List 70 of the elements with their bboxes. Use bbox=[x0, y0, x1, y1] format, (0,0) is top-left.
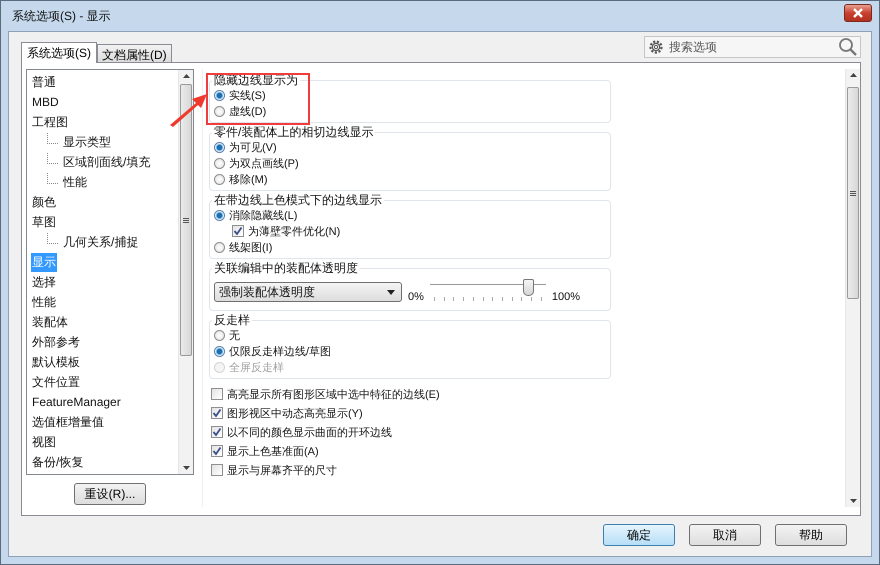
checkbox-option[interactable]: 显示与屏幕齐平的尺寸 bbox=[211, 462, 440, 478]
scroll-down-icon[interactable] bbox=[850, 499, 856, 503]
radio-option[interactable]: 线架图(I) bbox=[214, 239, 606, 255]
tree-line bbox=[47, 152, 58, 164]
caret-icon bbox=[387, 290, 395, 294]
tree-item[interactable]: 性能 bbox=[31, 292, 57, 312]
pointer-arrow bbox=[168, 91, 208, 127]
tree-item[interactable]: FeatureManager bbox=[31, 394, 122, 410]
tree-item[interactable]: 工程图 bbox=[31, 112, 69, 132]
slider-max-label: 100% bbox=[552, 290, 580, 303]
scroll-down-icon[interactable] bbox=[182, 466, 190, 470]
tab[interactable]: 系统选项(S) bbox=[21, 42, 97, 63]
radio-option[interactable]: 虚线(D) bbox=[214, 103, 606, 119]
tree-item[interactable]: 显示类型 bbox=[62, 132, 112, 152]
tree-line bbox=[47, 232, 58, 244]
tree-item[interactable]: 区域剖面线/填充 bbox=[62, 152, 152, 172]
group-title: 关联编辑中的装配体透明度 bbox=[213, 261, 359, 275]
tree-item[interactable]: 性能 bbox=[62, 172, 88, 192]
radio-option[interactable]: 实线(S) bbox=[214, 87, 606, 103]
checkbox-option[interactable]: 为薄壁零件优化(N) bbox=[214, 223, 606, 239]
checkbox-option[interactable]: 以不同的颜色显示曲面的开环边线 bbox=[211, 424, 440, 440]
tree-item[interactable]: 文件位置 bbox=[31, 372, 81, 392]
checkbox-option[interactable]: 高亮显示所有图形区域中选中特征的边线(E) bbox=[211, 386, 440, 402]
reset-button[interactable]: 重设(R)... bbox=[74, 483, 146, 505]
scrollbar[interactable] bbox=[178, 70, 193, 474]
radio-option[interactable]: 移除(M) bbox=[214, 171, 606, 187]
search-input[interactable]: 搜索选项 bbox=[667, 39, 835, 55]
group-title: 零件/装配体上的相切边线显示 bbox=[213, 125, 374, 139]
search-icon[interactable] bbox=[838, 37, 858, 57]
close-icon bbox=[851, 8, 865, 18]
tree-item[interactable]: 装配体 bbox=[31, 312, 69, 332]
tree-item[interactable]: 选值框增量值 bbox=[31, 412, 105, 432]
radio-option[interactable]: 无 bbox=[214, 327, 606, 343]
tree-item[interactable]: 颜色 bbox=[31, 192, 57, 212]
tree-item[interactable]: 备份/恢复 bbox=[31, 452, 84, 472]
scroll-up-icon[interactable] bbox=[182, 74, 190, 78]
tree-item[interactable]: 选择 bbox=[31, 272, 57, 292]
radio-option[interactable]: 消除隐藏线(L) bbox=[214, 207, 606, 223]
dialog-button[interactable]: 取消 bbox=[689, 524, 761, 546]
slider-thumb[interactable] bbox=[522, 279, 534, 296]
dropdown[interactable]: 强制装配体透明度 bbox=[214, 282, 402, 302]
group-title: 反走样 bbox=[213, 313, 251, 327]
radio-option[interactable]: 为双点画线(P) bbox=[214, 155, 606, 171]
tree-item[interactable]: 视图 bbox=[31, 432, 57, 452]
dialog-button[interactable]: 帮助 bbox=[775, 524, 847, 546]
scroll-up-icon[interactable] bbox=[850, 73, 856, 77]
group-title: 在带边线上色模式下的边线显示 bbox=[213, 193, 383, 207]
radio-option[interactable]: 为可见(V) bbox=[214, 139, 606, 155]
checkbox-option[interactable]: 图形视区中动态高亮显示(Y) bbox=[211, 405, 440, 421]
grip-icon bbox=[183, 218, 189, 222]
tree-item[interactable]: 几何关系/捕捉 bbox=[62, 232, 140, 252]
scrollbar[interactable] bbox=[845, 69, 860, 507]
slider-min-label: 0% bbox=[408, 290, 424, 303]
grip-icon bbox=[850, 190, 856, 196]
tree-line bbox=[47, 132, 58, 144]
close-button[interactable] bbox=[844, 4, 872, 22]
check-icon bbox=[233, 226, 243, 236]
dialog-button[interactable]: 确定 bbox=[603, 524, 675, 546]
window-title: 系统选项(S) - 显示 bbox=[12, 8, 111, 24]
gear-icon bbox=[648, 39, 664, 55]
tree-item[interactable]: 默认模板 bbox=[31, 352, 81, 372]
checkbox-option[interactable]: 显示上色基准面(A) bbox=[211, 443, 440, 459]
tree-item[interactable]: 外部参考 bbox=[31, 332, 81, 352]
radio-option[interactable]: 仅限反走样边线/草图 bbox=[214, 343, 606, 359]
tree-line bbox=[47, 172, 58, 184]
tree-item[interactable]: 普通 bbox=[31, 72, 57, 92]
tree-item[interactable]: 草图 bbox=[31, 212, 57, 232]
search-field[interactable]: 搜索选项 bbox=[644, 36, 861, 58]
tab[interactable]: 文档属性(D) bbox=[97, 44, 172, 62]
tree-item[interactable]: MBD bbox=[31, 94, 60, 110]
